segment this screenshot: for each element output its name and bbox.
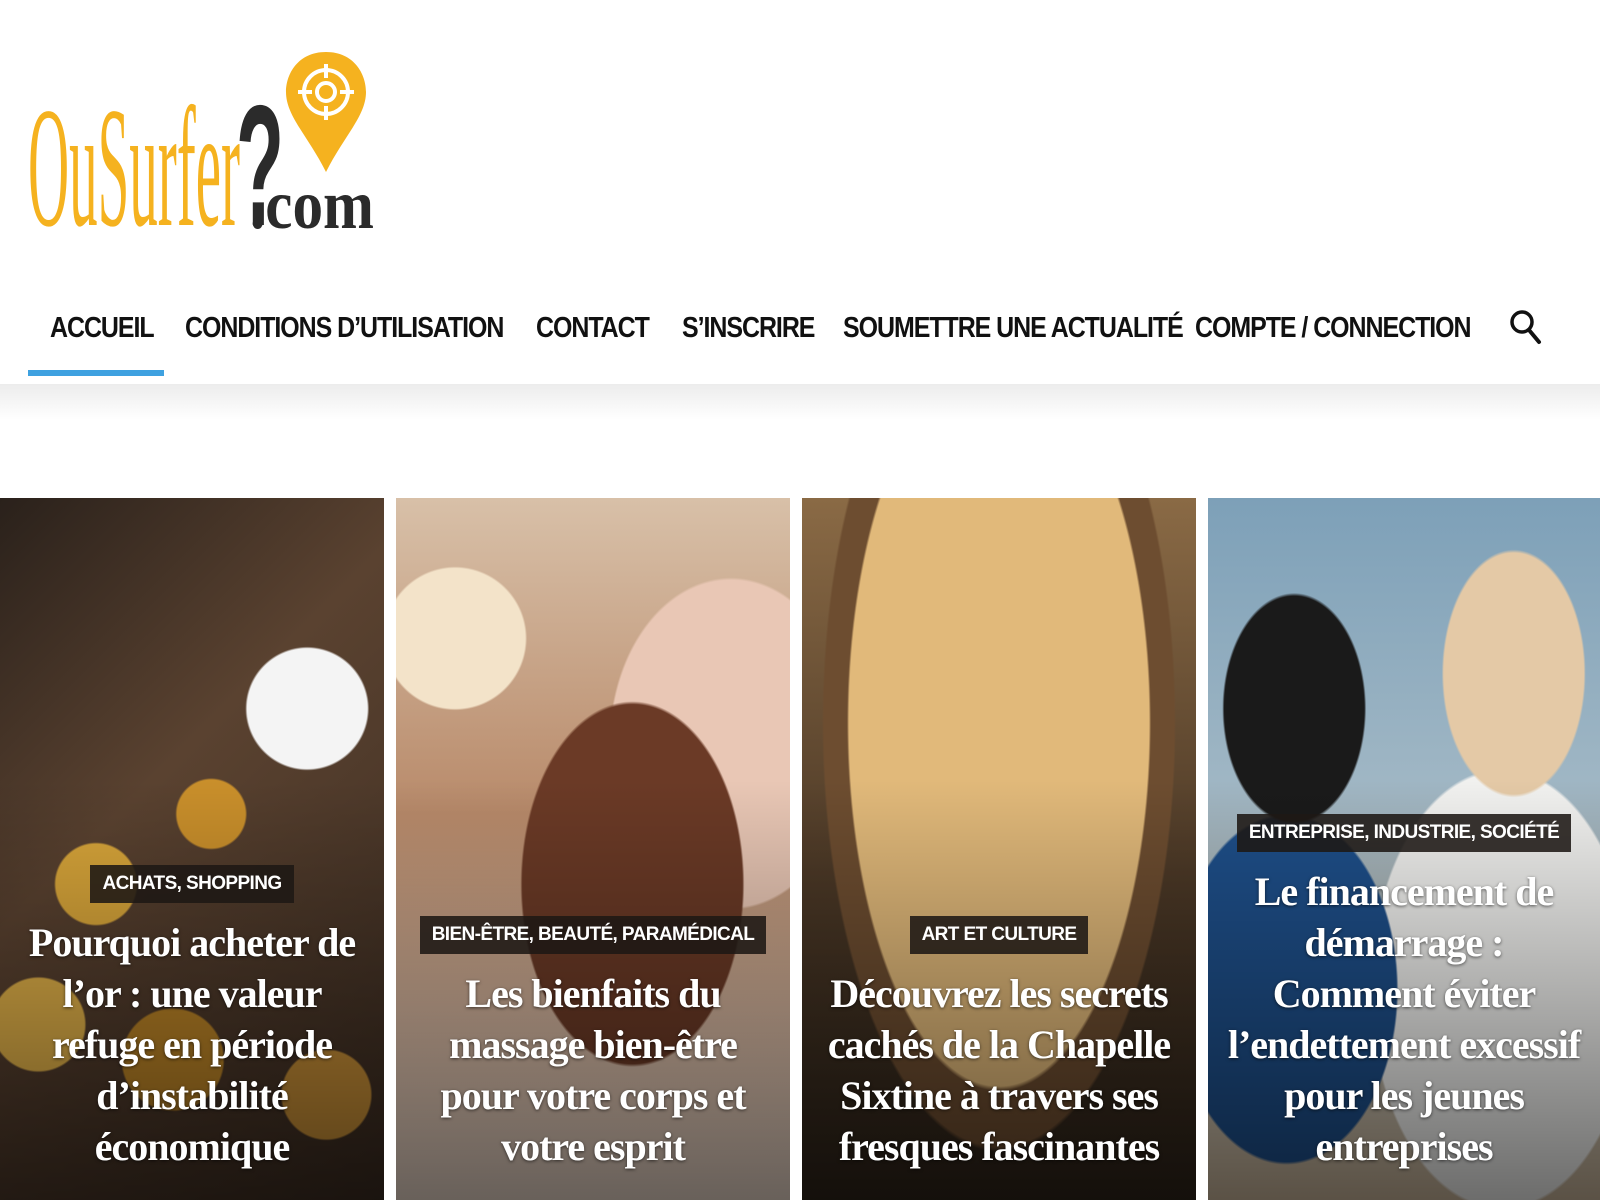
nav-shadow	[0, 384, 1600, 420]
logo-suffix-text: .com	[250, 167, 374, 240]
category-badge[interactable]: ENTREPRISE, INDUSTRIE, SOCIÉTÉ	[1236, 814, 1572, 852]
post-card[interactable]: BIEN-ÊTRE, BEAUTÉ, PARAMÉDICAL Les bienf…	[396, 498, 790, 1200]
nav-item-compte[interactable]: COMPTE / CONNECTION	[1195, 308, 1472, 348]
post-card[interactable]: ACHATS, SHOPPING Pourquoi acheter de l’o…	[0, 498, 384, 1200]
post-card[interactable]: ENTREPRISE, INDUSTRIE, SOCIÉTÉ Le financ…	[1208, 498, 1600, 1200]
nav-item-sinscrire[interactable]: S’INSCRIRE	[682, 308, 815, 348]
search-icon[interactable]	[1508, 304, 1544, 348]
post-title[interactable]: Les bienfaits du massage bien-être pour …	[412, 968, 774, 1172]
category-badge[interactable]: ART ET CULTURE	[909, 916, 1089, 954]
post-title[interactable]: Le financement de démarrage : Comment év…	[1224, 866, 1584, 1172]
main-navigation: ACCUEIL CONDITIONS D’UTILISATION CONTACT…	[0, 290, 1600, 384]
post-title[interactable]: Pourquoi acheter de l’or : une valeur re…	[16, 917, 368, 1172]
category-badge[interactable]: BIEN-ÊTRE, BEAUTÉ, PARAMÉDICAL	[419, 916, 767, 954]
featured-posts: ACHATS, SHOPPING Pourquoi acheter de l’o…	[0, 498, 1600, 1200]
nav-item-accueil[interactable]: ACCUEIL	[50, 308, 155, 348]
nav-item-conditions[interactable]: CONDITIONS D’UTILISATION	[185, 308, 504, 348]
site-logo-graphic: OuSurfer ? .com	[28, 52, 374, 263]
logo-brand-text: OuSurfer	[28, 73, 240, 240]
post-title[interactable]: Découvrez les secrets cachés de la Chape…	[818, 968, 1180, 1172]
site-logo[interactable]: OuSurfer ? .com	[28, 50, 388, 263]
active-nav-indicator	[28, 370, 164, 376]
category-badge[interactable]: ACHATS, SHOPPING	[90, 865, 294, 903]
location-target-pin-icon	[286, 52, 366, 172]
nav-item-soumettre[interactable]: SOUMETTRE UNE ACTUALITÉ	[843, 308, 1184, 348]
post-card[interactable]: ART ET CULTURE Découvrez les secrets cac…	[802, 498, 1196, 1200]
nav-item-contact[interactable]: CONTACT	[536, 308, 650, 348]
